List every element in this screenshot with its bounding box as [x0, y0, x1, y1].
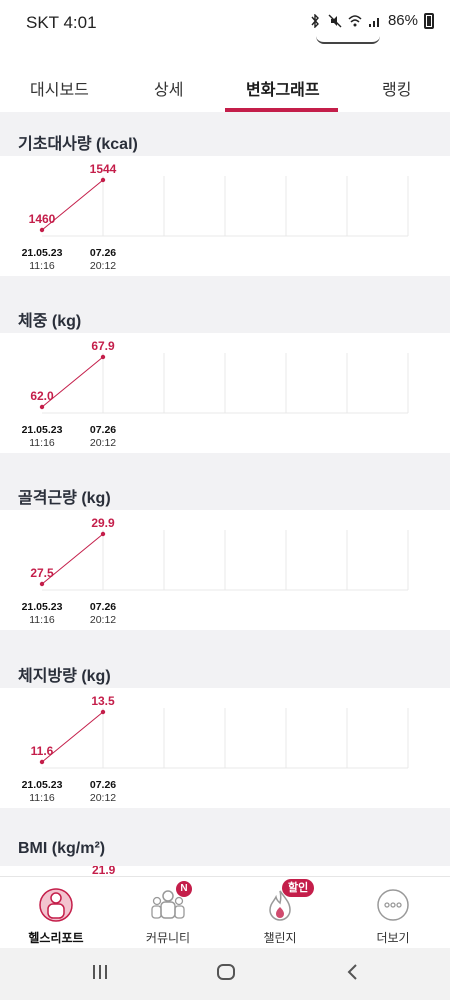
x-tick-time: 20:12 — [90, 260, 116, 272]
battery-icon — [424, 12, 434, 29]
data-label: 13.5 — [91, 694, 115, 708]
data-point — [100, 354, 106, 360]
chart-card-bmi: 21.9 — [0, 866, 450, 876]
data-label: 1460 — [29, 212, 56, 226]
data-point — [100, 177, 106, 183]
more-icon — [375, 887, 411, 923]
section-title-body-fat: 체지방량 (kg) — [18, 668, 111, 685]
notch-indicator — [316, 36, 380, 44]
data-label: 29.9 — [91, 516, 115, 530]
x-tick-date: 21.05.23 — [22, 247, 63, 259]
section-title-bmi: BMI (kg/m²) — [18, 840, 106, 857]
status-bar: SKT 4:01 86% — [0, 0, 450, 46]
data-label: 27.5 — [30, 566, 54, 580]
bluetooth-icon — [311, 13, 319, 28]
chart-card-muscle: 27.5 29.9 21.05.23 11:16 07.26 20:12 — [0, 510, 450, 630]
wifi-icon — [348, 14, 362, 26]
chart-card-body-fat: 11.6 13.5 21.05.23 11:16 07.26 20:12 — [0, 688, 450, 808]
x-tick-date: 07.26 — [90, 247, 116, 259]
data-point — [100, 709, 106, 715]
community-icon: N — [150, 881, 192, 923]
community-new-badge: N — [176, 881, 192, 897]
top-tabs: 대시보드 상세 변화그래프 랭킹 — [0, 46, 450, 112]
chart-card-bmr: 1460 1544 21.05.23 11:16 07.26 20:12 — [0, 156, 450, 276]
active-tab-indicator — [225, 108, 338, 112]
nav-label-more: 더보기 — [376, 931, 410, 945]
battery-percent: 86% — [387, 12, 418, 29]
x-tick-time: 11:16 — [29, 792, 55, 804]
nav-more[interactable]: 더보기 — [353, 887, 433, 946]
data-point — [39, 404, 45, 410]
section-title-weight: 체중 (kg) — [18, 313, 82, 330]
tab-change-graph[interactable]: 변화그래프 — [246, 76, 320, 100]
nav-health-report[interactable]: 헬스리포트 — [16, 887, 96, 946]
tab-ranking[interactable]: 랭킹 — [382, 76, 411, 100]
nav-label-community: 커뮤니티 — [145, 931, 191, 945]
section-title-bmr: 기초대사량 (kcal) — [18, 136, 138, 153]
chart-body-fat: 11.6 13.5 21.05.2311:16 07.2620:12 — [22, 694, 409, 804]
tab-detail[interactable]: 상세 — [154, 76, 183, 100]
challenge-sale-badge: 할인 — [282, 879, 315, 897]
nav-label-health-report: 헬스리포트 — [28, 931, 84, 945]
chart-bmr: 1460 1544 21.05.2311:16 07.2620:12 — [22, 162, 409, 272]
chart-muscle: 27.5 29.9 21.05.2311:16 07.2620:12 — [22, 516, 409, 626]
data-point — [39, 227, 45, 233]
x-tick-time: 20:12 — [90, 437, 116, 449]
nav-community[interactable]: N 커뮤니티 — [128, 881, 208, 946]
chart-weight: 62.0 67.9 21.05.2311:16 07.2620:12 — [22, 339, 409, 449]
x-tick-time: 20:12 — [90, 792, 116, 804]
tab-dashboard[interactable]: 대시보드 — [30, 76, 89, 100]
back-icon[interactable] — [343, 962, 363, 982]
x-tick-time: 11:16 — [29, 614, 55, 626]
bmi-value-label: 21.9 — [92, 866, 116, 876]
x-tick-time: 20:12 — [90, 614, 116, 626]
home-icon[interactable] — [216, 962, 236, 982]
status-time: SKT 4:01 — [26, 13, 97, 32]
data-label: 67.9 — [91, 339, 115, 353]
mute-icon — [328, 14, 342, 27]
chart-bmi: 21.9 — [92, 866, 116, 876]
section-title-muscle: 골격근량 (kg) — [18, 490, 111, 507]
nav-label-challenge: 챌린지 — [263, 931, 297, 945]
x-tick-time: 11:16 — [29, 260, 55, 272]
x-tick-date: 21.05.23 — [22, 601, 63, 613]
recent-apps-icon[interactable] — [90, 962, 110, 982]
health-report-icon — [38, 887, 74, 923]
nav-challenge[interactable]: 할인 챌린지 — [240, 879, 320, 946]
x-tick-time: 11:16 — [29, 437, 55, 449]
chart-card-weight: 62.0 67.9 21.05.23 11:16 07.26 20:12 — [0, 333, 450, 453]
x-tick-date: 07.26 — [90, 424, 116, 436]
x-tick-date: 21.05.23 — [22, 779, 63, 791]
x-tick-date: 07.26 — [90, 601, 116, 613]
data-point — [100, 531, 106, 537]
data-label: 62.0 — [30, 389, 54, 403]
data-point — [39, 759, 45, 765]
data-label: 1544 — [90, 162, 117, 176]
data-point — [39, 581, 45, 587]
x-tick-date: 07.26 — [90, 779, 116, 791]
system-nav-bar — [0, 948, 450, 1000]
x-tick-date: 21.05.23 — [22, 424, 63, 436]
data-label: 11.6 — [31, 744, 54, 758]
challenge-flame-icon: 할인 — [262, 879, 315, 923]
signal-icon — [368, 17, 379, 27]
bottom-nav: 헬스리포트 N 커뮤니티 할인 챌린지 더보기 — [0, 876, 450, 948]
